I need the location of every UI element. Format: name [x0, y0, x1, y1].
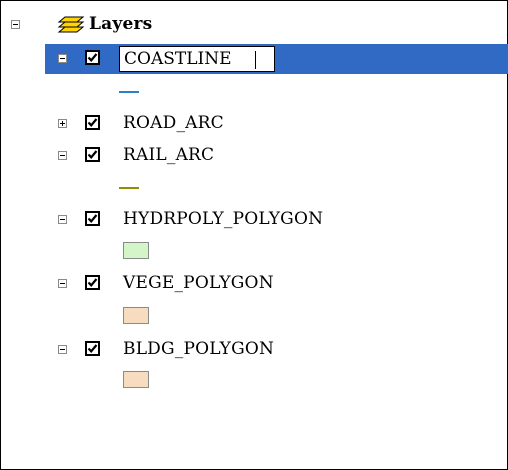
- layer-name-vege-polygon[interactable]: VEGE_POLYGON: [123, 273, 274, 293]
- collapse-icon[interactable]: [58, 345, 67, 354]
- collapse-icon[interactable]: [58, 54, 67, 63]
- coastline-line-symbol: [119, 91, 139, 93]
- rail-arc-line-symbol: [119, 187, 139, 189]
- layer-name-rail-arc[interactable]: RAIL_ARC: [123, 145, 214, 165]
- selected-row-highlight: [45, 44, 508, 74]
- layer-name-hydrpoly-polygon[interactable]: HYDRPOLY_POLYGON: [123, 209, 323, 229]
- layer-name-bldg-polygon[interactable]: BLDG_POLYGON: [123, 339, 274, 359]
- layers-icon: [57, 15, 85, 35]
- layer-visibility-checkbox[interactable]: [85, 275, 100, 290]
- layer-visibility-checkbox[interactable]: [85, 147, 100, 162]
- collapse-icon[interactable]: [58, 279, 67, 288]
- vege-fill-symbol: [123, 307, 149, 324]
- layer-name-road-arc[interactable]: ROAD_ARC: [123, 113, 224, 133]
- layer-visibility-checkbox[interactable]: [85, 211, 100, 226]
- hydrpoly-fill-symbol: [123, 242, 149, 259]
- layer-name-edit-text: COASTLINE: [124, 49, 232, 69]
- collapse-icon[interactable]: [58, 215, 67, 224]
- collapse-icon[interactable]: [11, 20, 20, 29]
- layers-root-label[interactable]: Layers: [89, 14, 152, 34]
- layer-visibility-checkbox[interactable]: [85, 115, 100, 130]
- bldg-fill-symbol: [123, 371, 149, 388]
- expand-icon[interactable]: [58, 119, 67, 128]
- layer-visibility-checkbox[interactable]: [85, 50, 100, 65]
- text-caret: [255, 51, 256, 69]
- table-of-contents-panel: Layers COASTLINE ROAD_ARC RAIL_ARC HYDRP…: [0, 0, 508, 470]
- collapse-icon[interactable]: [58, 151, 67, 160]
- layer-visibility-checkbox[interactable]: [85, 341, 100, 356]
- layer-name-edit-field[interactable]: COASTLINE: [119, 46, 275, 72]
